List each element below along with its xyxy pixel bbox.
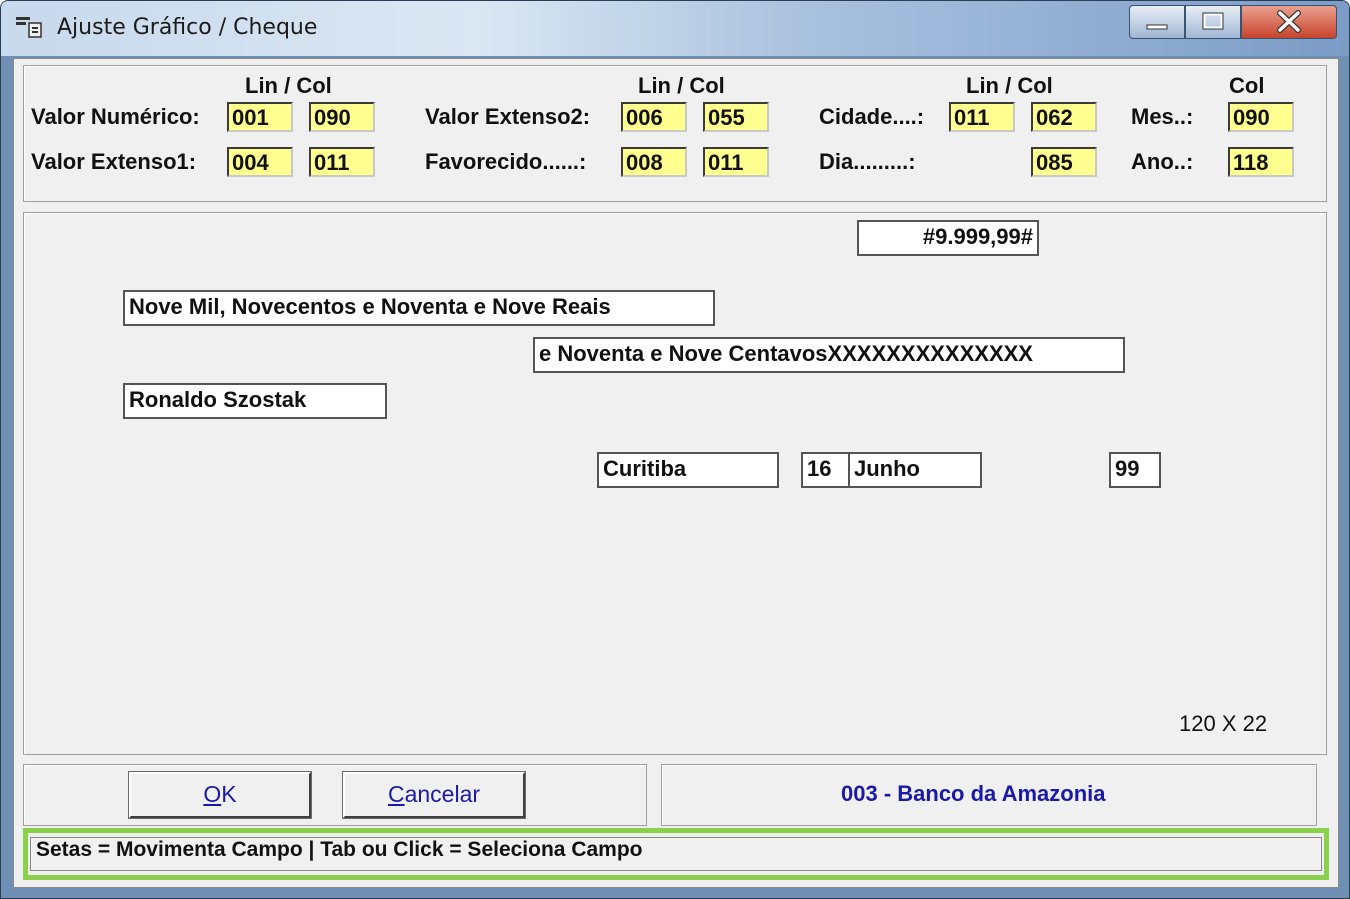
valor-extenso2-col-input[interactable]: 055 [703,102,769,132]
buttons-panel [23,764,647,826]
close-icon [1277,10,1301,33]
cidade-label: Cidade....: [819,104,925,129]
ano-label: Ano..: [1131,149,1194,174]
status-text: Setas = Movimenta Campo | Tab ou Click =… [36,838,643,861]
preview-extenso2[interactable]: e Noventa e Nove CentavosXXXXXXXXXXXXXX [533,337,1125,373]
ok-accelerator: O [203,781,222,807]
preview-valor-numerico[interactable]: #9.999,99# [857,220,1039,256]
valor-numerico-label: Valor Numérico: [31,104,200,129]
favorecido-label: Favorecido......: [425,149,587,174]
bank-name: 003 - Banco da Amazonia [841,781,1106,806]
favorecido-col-input[interactable]: 011 [703,147,769,177]
window-title: Ajuste Gráfico / Cheque [57,15,318,40]
preview-size-readout: 120 X 22 [1179,711,1268,736]
dia-label: Dia.........: [819,149,916,174]
preview-ano[interactable]: 99 [1109,452,1161,488]
maximize-button[interactable] [1185,5,1241,39]
check-form-icon [16,17,42,38]
cancel-label-rest: ancelar [404,781,481,807]
ano-col-input[interactable]: 118 [1228,147,1294,177]
preview-mes[interactable]: Junho [848,452,982,488]
valor-extenso2-lin-input[interactable]: 006 [621,102,687,132]
valor-extenso1-col-input[interactable]: 011 [309,147,375,177]
maximize-icon [1202,12,1224,30]
favorecido-lin-input[interactable]: 008 [621,147,687,177]
cidade-col-input[interactable]: 062 [1031,102,1097,132]
cancel-accelerator: C [387,781,405,807]
mes-label: Mes..: [1131,104,1194,129]
valor-extenso1-label: Valor Extenso1: [31,149,197,174]
dia-col-input[interactable]: 085 [1031,147,1097,177]
col-header-group3: Lin / Col [966,73,1053,98]
application-window: Ajuste Gráfico / Cheque Lin / Col Lin / … [0,0,1350,899]
minimize-icon [1146,24,1168,30]
col-header-group2: Lin / Col [638,73,725,98]
col-header-group4: Col [1229,73,1265,98]
ok-label-rest: K [221,781,237,807]
title-bar[interactable]: Ajuste Gráfico / Cheque [1,1,1349,56]
status-bar: Setas = Movimenta Campo | Tab ou Click =… [23,828,1329,880]
cidade-lin-input[interactable]: 011 [949,102,1015,132]
preview-extenso1[interactable]: Nove Mil, Novecentos e Noventa e Nove Re… [123,290,715,326]
preview-dia[interactable]: 16 [801,452,851,488]
col-header-group1: Lin / Col [245,73,332,98]
valor-numerico-col-input[interactable]: 090 [309,102,375,132]
cancel-button[interactable]: Cancelar [342,771,526,819]
mes-col-input[interactable]: 090 [1228,102,1294,132]
minimize-button[interactable] [1129,5,1185,39]
preview-favorecido[interactable]: Ronaldo Szostak [123,383,387,419]
close-button[interactable] [1241,5,1337,39]
valor-extenso1-lin-input[interactable]: 004 [227,147,293,177]
ok-button[interactable]: OK [128,771,312,819]
valor-numerico-lin-input[interactable]: 001 [227,102,293,132]
preview-cidade[interactable]: Curitiba [597,452,779,488]
valor-extenso2-label: Valor Extenso2: [425,104,591,129]
